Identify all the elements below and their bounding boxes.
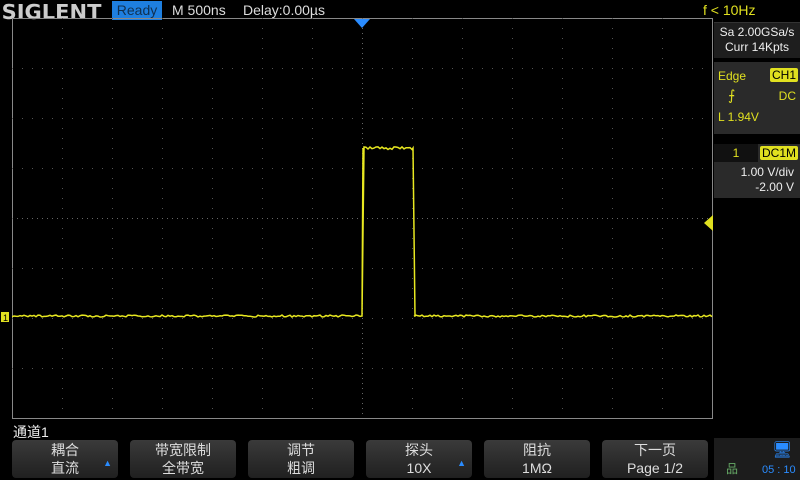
trigger-source-badge: CH1 (770, 68, 798, 82)
trigger-panel[interactable]: Edge CH1 ⨍ DC L 1.94V (714, 62, 800, 134)
display-icon[interactable]: 🖥 (772, 440, 792, 460)
vertical-offset: -2.00 V (755, 180, 794, 194)
trigger-level-marker[interactable] (702, 214, 714, 232)
channel1-ground-marker[interactable]: 1 (0, 311, 12, 323)
channel-number: 1 (714, 144, 758, 162)
softkey-4[interactable]: 探头 10X ▲ (366, 440, 472, 478)
sample-rate: Sa 2.00GSa/s (714, 25, 800, 40)
trigger-level: L 1.94V (718, 110, 759, 124)
svg-text:1: 1 (3, 313, 8, 323)
softkey-3[interactable]: 调节 粗调 (248, 440, 354, 478)
trigger-coupling: DC (779, 89, 796, 103)
softkey-label: 带宽限制 (130, 441, 236, 459)
trigger-type: Edge (718, 69, 746, 83)
softkey-1[interactable]: 耦合 直流 ▲ (12, 440, 118, 478)
rising-edge-icon: ⨍ (728, 87, 735, 104)
softkey-label: 下一页 (602, 441, 708, 459)
softkey-value: 粗调 (248, 459, 354, 477)
memory-depth: Curr 14Kpts (714, 40, 800, 55)
delay-readout[interactable]: Delay:0.00µs (243, 2, 325, 18)
channel1-panel[interactable]: 1 DC1M 1.00 V/div -2.00 V (714, 144, 800, 198)
network-disconnected-icon: 品 (726, 460, 738, 477)
softkey-value: Page 1/2 (602, 459, 708, 477)
arrow-up-icon: ▲ (103, 454, 112, 472)
arrow-up-icon: ▲ (457, 454, 466, 472)
trigger-position-marker[interactable] (353, 18, 371, 30)
softkey-label: 阻抗 (484, 441, 590, 459)
status-bar: 🖥 品 05 : 10 (714, 438, 800, 480)
acquisition-panel: Sa 2.00GSa/s Curr 14Kpts (714, 22, 800, 58)
clock: 05 : 10 (762, 464, 796, 476)
softkey-value: 全带宽 (130, 459, 236, 477)
softkey-2[interactable]: 带宽限制 全带宽 (130, 440, 236, 478)
softkey-5[interactable]: 阻抗 1MΩ (484, 440, 590, 478)
frequency-counter: f < 10Hz (703, 2, 756, 18)
softkey-label: 调节 (248, 441, 354, 459)
timebase-readout[interactable]: M 500ns (172, 2, 226, 18)
channel1-trace (12, 147, 712, 317)
channel-coupling-badge: DC1M (760, 146, 798, 160)
softkey-value: 1MΩ (484, 459, 590, 477)
softkey-6[interactable]: 下一页 Page 1/2 (602, 440, 708, 478)
menu-title: 通道1 (13, 422, 49, 442)
vertical-scale: 1.00 V/div (741, 165, 794, 179)
waveform-display[interactable] (12, 18, 714, 420)
